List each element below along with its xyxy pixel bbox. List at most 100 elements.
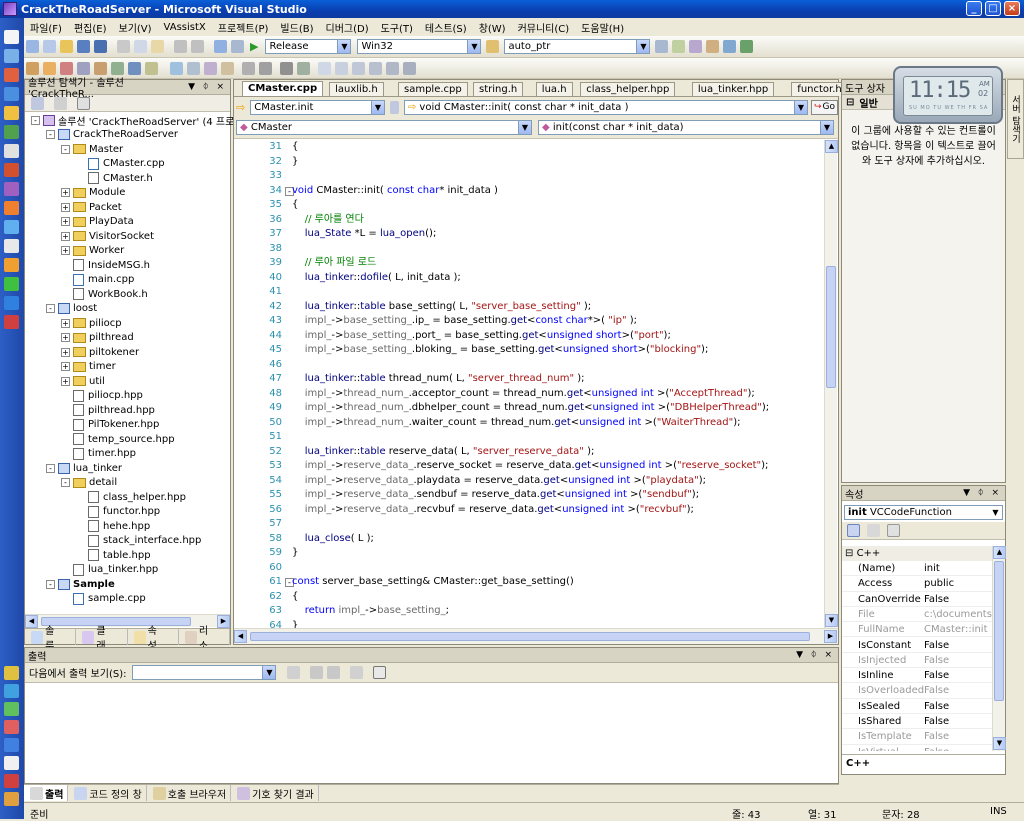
menu-item[interactable]: 프로젝트(P) bbox=[212, 20, 275, 35]
collapse-icon[interactable]: - bbox=[61, 144, 70, 154]
collapse-icon[interactable]: - bbox=[31, 115, 40, 125]
property-row[interactable]: IsSealed False bbox=[842, 699, 992, 714]
nav-left-select[interactable]: CMaster.init ▼ bbox=[250, 99, 385, 115]
navigate-forward-icon[interactable] bbox=[231, 40, 244, 53]
spell-check-icon[interactable] bbox=[145, 61, 158, 75]
expand-icon[interactable]: + bbox=[61, 231, 70, 241]
property-row[interactable]: File c:\documents bbox=[842, 607, 992, 623]
nav-history-icon[interactable] bbox=[389, 100, 399, 114]
properties-window-icon[interactable] bbox=[689, 40, 703, 53]
display-object-member-list-icon[interactable] bbox=[170, 61, 183, 75]
tree-item[interactable]: - Master bbox=[61, 142, 123, 156]
solution-platform-select[interactable]: Win32 ▼ bbox=[357, 39, 482, 54]
tree-item[interactable]: hehe.hpp bbox=[76, 519, 150, 533]
property-row[interactable]: FullName CMaster::init bbox=[842, 622, 992, 638]
tree-item[interactable]: class_helper.hpp bbox=[76, 490, 186, 504]
redo-icon[interactable] bbox=[191, 40, 204, 53]
save-icon[interactable] bbox=[77, 40, 90, 53]
property-row[interactable]: (Name) init bbox=[842, 561, 992, 577]
refresh-icon[interactable] bbox=[77, 96, 90, 110]
tray-icon[interactable] bbox=[4, 792, 19, 806]
menu-item[interactable]: 파일(F) bbox=[24, 20, 68, 35]
quick-launch-icon[interactable] bbox=[4, 277, 19, 291]
tree-item[interactable]: - Sample bbox=[46, 577, 115, 591]
new-project-icon[interactable] bbox=[26, 40, 39, 53]
code-area[interactable]: 31{32} 33 34- void CMaster::init( const cha… bbox=[234, 140, 824, 628]
property-row[interactable]: IsConstant False bbox=[842, 638, 992, 653]
menu-item[interactable]: 빌드(B) bbox=[274, 20, 319, 35]
collapse-icon[interactable]: - bbox=[46, 304, 55, 313]
collapse-icon[interactable]: - bbox=[61, 478, 70, 487]
pin-icon[interactable]: ᛰ bbox=[203, 82, 208, 92]
quick-launch-icon[interactable] bbox=[4, 68, 19, 82]
tree-item[interactable]: + piliocp bbox=[61, 316, 122, 330]
scroll-down-icon[interactable]: ▼ bbox=[825, 614, 838, 627]
member-scope-select[interactable]: ◆ init(const char * init_data) ▼ bbox=[538, 120, 834, 135]
properties-icon[interactable] bbox=[31, 96, 44, 110]
copy-icon[interactable] bbox=[134, 40, 147, 53]
minimize-button[interactable]: _ bbox=[966, 1, 982, 16]
tree-item[interactable]: functor.hpp bbox=[76, 505, 160, 519]
tree-item[interactable]: - detail bbox=[61, 476, 117, 490]
tray-icon[interactable] bbox=[4, 684, 19, 698]
word-wrap-icon[interactable] bbox=[373, 666, 387, 679]
editor-tab[interactable]: lua.h bbox=[535, 82, 573, 96]
start-page-icon[interactable] bbox=[740, 40, 754, 53]
alphabetical-icon[interactable] bbox=[867, 524, 880, 537]
editor-tab[interactable]: lauxlib.h bbox=[329, 82, 384, 96]
properties-scrollbar[interactable]: ▲ ▼ bbox=[992, 546, 1006, 751]
output-source-select[interactable]: ▼ bbox=[132, 665, 277, 680]
collapse-icon[interactable]: ⊟ bbox=[846, 97, 854, 108]
expand-icon[interactable]: + bbox=[61, 318, 70, 328]
tree-item[interactable]: table.hpp bbox=[76, 548, 151, 562]
quick-launch-icon[interactable] bbox=[4, 239, 19, 253]
tree-item[interactable]: piliocp.hpp bbox=[61, 389, 143, 403]
quick-launch-icon[interactable] bbox=[4, 144, 19, 158]
pin-icon[interactable]: ᛰ bbox=[811, 650, 816, 660]
next-bookmark-in-folder-icon[interactable] bbox=[386, 61, 399, 75]
property-row[interactable]: IsShared False bbox=[842, 714, 992, 730]
object-browser-icon[interactable] bbox=[723, 40, 737, 53]
complete-word-icon[interactable] bbox=[221, 61, 234, 75]
tree-item[interactable]: WorkBook.h bbox=[61, 287, 148, 301]
properties-object-select[interactable]: init VCCodeFunction ▼ bbox=[844, 505, 1003, 520]
collapse-icon[interactable]: - bbox=[46, 579, 55, 589]
previous-message-icon[interactable] bbox=[310, 666, 324, 679]
property-pages-icon[interactable] bbox=[887, 524, 900, 537]
dropdown-icon[interactable]: ▼ bbox=[796, 650, 803, 660]
scroll-thumb[interactable] bbox=[994, 561, 1004, 701]
navigate-backward-icon[interactable] bbox=[214, 40, 227, 53]
tree-item[interactable]: CMaster.h bbox=[76, 171, 153, 185]
dropdown-icon[interactable]: ▼ bbox=[963, 488, 970, 498]
property-row[interactable]: IsTemplate False bbox=[842, 729, 992, 745]
scroll-up-icon[interactable]: ▲ bbox=[993, 546, 1006, 559]
expand-icon[interactable]: + bbox=[61, 333, 70, 342]
undo-icon[interactable] bbox=[174, 40, 187, 53]
vassistx-icon[interactable] bbox=[26, 61, 39, 75]
quick-launch-icon[interactable] bbox=[4, 87, 19, 101]
quick-launch-icon[interactable] bbox=[4, 201, 19, 215]
previous-bookmark-icon[interactable] bbox=[335, 61, 348, 75]
next-message-icon[interactable] bbox=[327, 666, 341, 679]
bottom-tab[interactable]: 코드 정의 창 bbox=[68, 785, 147, 801]
tree-item[interactable]: main.cpp bbox=[61, 273, 134, 287]
find-message-icon[interactable] bbox=[287, 666, 301, 679]
find-icon[interactable] bbox=[655, 40, 669, 53]
previous-bookmark-in-folder-icon[interactable] bbox=[369, 61, 382, 75]
save-all-icon[interactable] bbox=[94, 40, 107, 53]
comment-icon[interactable] bbox=[280, 61, 293, 75]
tray-icon[interactable] bbox=[4, 666, 19, 680]
tree-item[interactable]: stack_interface.hpp bbox=[76, 534, 201, 548]
find-in-files-icon[interactable] bbox=[486, 40, 500, 53]
tree-item[interactable]: + VisitorSocket bbox=[61, 229, 154, 243]
expand-icon[interactable]: + bbox=[61, 188, 70, 197]
tree-item[interactable]: PilTokener.hpp bbox=[61, 418, 159, 432]
close-button[interactable]: × bbox=[1004, 1, 1020, 16]
menu-item[interactable]: 테스트(S) bbox=[419, 20, 473, 35]
nav-right-select[interactable]: ⇨ void CMaster::init( const char * init_… bbox=[403, 99, 808, 115]
scroll-right-icon[interactable]: ▶ bbox=[824, 630, 837, 643]
tree-item[interactable]: - lua_tinker bbox=[46, 461, 122, 475]
bottom-tab[interactable]: 기호 찾기 결과 bbox=[231, 785, 319, 801]
collapse-icon[interactable]: - bbox=[46, 463, 55, 473]
solution-configuration-select[interactable]: Release ▼ bbox=[265, 39, 352, 54]
